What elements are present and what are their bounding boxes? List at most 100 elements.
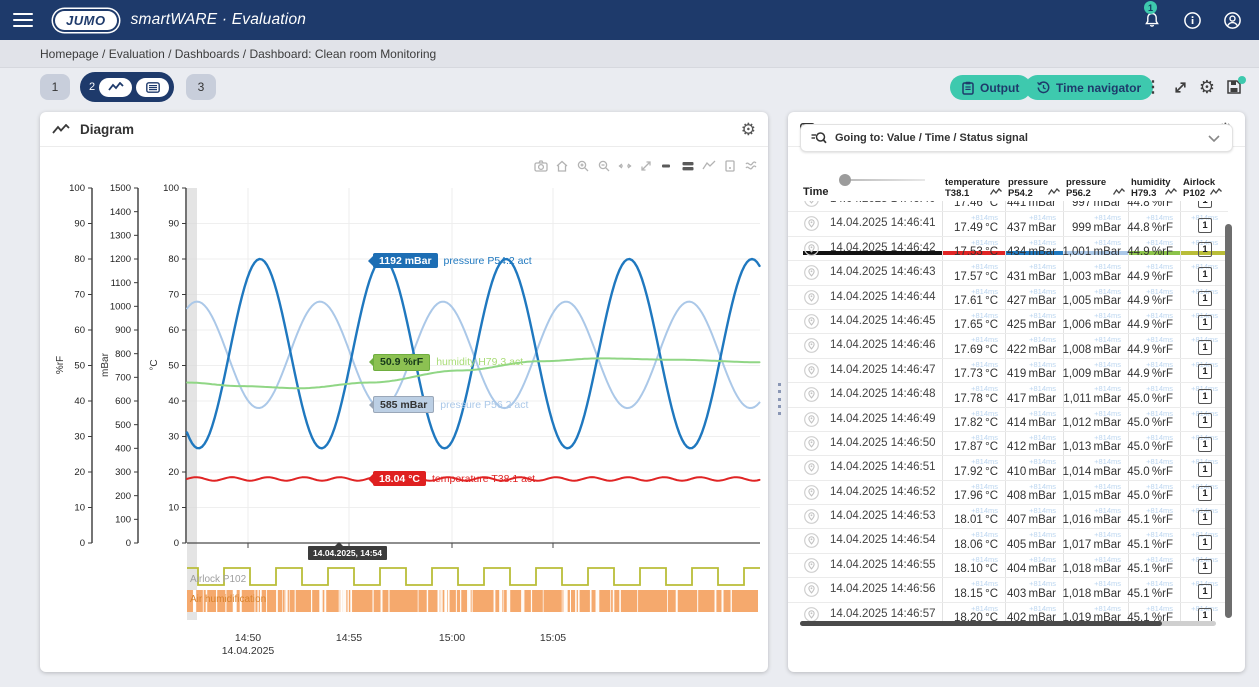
value-cell: +814ms1,005 mBar: [1063, 286, 1128, 309]
vertical-scrollbar[interactable]: [1225, 224, 1232, 618]
diagram-view-toggle[interactable]: [99, 78, 132, 97]
map-pin-icon[interactable]: [804, 338, 819, 358]
goto-search-bar[interactable]: Going to: Value / Time / Status signal: [800, 124, 1233, 152]
home-icon[interactable]: [555, 159, 569, 173]
map-pin-icon[interactable]: [804, 460, 819, 480]
map-pin-icon[interactable]: [804, 509, 819, 529]
hamburger-menu-icon[interactable]: [13, 13, 33, 27]
fullscreen-expand-icon[interactable]: [1168, 75, 1192, 99]
map-pin-icon[interactable]: [804, 533, 819, 553]
sparkline-icon[interactable]: [1165, 188, 1177, 200]
sparkline-icon[interactable]: [990, 188, 1002, 200]
row-timestamp: 14.04.2025 14:46:51: [830, 456, 936, 479]
map-pin-icon[interactable]: [804, 265, 819, 285]
camera-icon[interactable]: [534, 159, 548, 173]
column-header-t38.1[interactable]: temperatureT38.1: [945, 178, 1000, 199]
table-row[interactable]: 14.04.2025 14:46:50+814ms17.87 °C+814ms4…: [788, 432, 1228, 456]
column-header-p102[interactable]: AirlockP102: [1183, 178, 1215, 199]
column-header-h79.3[interactable]: humidityH79.3: [1131, 178, 1171, 199]
table-row[interactable]: 14.04.2025 14:46:47+814ms17.73 °C+814ms4…: [788, 359, 1228, 383]
table-row[interactable]: 14.04.2025 14:46:56+814ms18.15 °C+814ms4…: [788, 578, 1228, 602]
table-row[interactable]: 14.04.2025 14:46:54+814ms18.06 °C+814ms4…: [788, 529, 1228, 553]
horizontal-scrollbar[interactable]: [800, 621, 1162, 626]
value-cell: +814ms44.9 %rF: [1128, 286, 1180, 309]
diagram-chart-area[interactable]: 0102030405060708090100%rF010020030040050…: [40, 146, 768, 671]
value-cell: +814ms434 mBar: [1005, 237, 1063, 260]
reset-axes-icon[interactable]: [639, 159, 653, 173]
time-slider-track[interactable]: [845, 179, 925, 181]
output-button[interactable]: Output: [950, 75, 1031, 100]
toolbar-row: 1 2 3 Output Time navigator ⋮ ⚙: [0, 72, 1259, 104]
tab-2-active[interactable]: 2: [80, 72, 174, 102]
jumo-logo: JUMO: [55, 11, 117, 30]
diagram-settings-gear-icon[interactable]: ⚙: [741, 121, 756, 138]
map-pin-icon[interactable]: [804, 607, 819, 621]
row-timestamp: 14.04.2025 14:46:54: [830, 529, 936, 552]
table-row[interactable]: 14.04.2025 14:46:40+814ms17.46 °C+814ms4…: [788, 201, 1228, 212]
map-pin-icon[interactable]: [804, 387, 819, 407]
sparkline-icon[interactable]: [1113, 188, 1125, 200]
row-timestamp: 14.04.2025 14:46:42: [830, 237, 936, 260]
chevron-down-icon[interactable]: [1208, 135, 1220, 142]
toggle-box-icon[interactable]: [723, 159, 737, 173]
hover-closest-icon[interactable]: [681, 159, 695, 173]
info-icon[interactable]: [1179, 7, 1205, 33]
value-cell: +814ms17.57 °C: [942, 261, 1005, 284]
map-pin-icon[interactable]: [804, 363, 819, 383]
spikelines-icon[interactable]: [744, 159, 758, 173]
settings-gear-icon[interactable]: ⚙: [1195, 75, 1219, 99]
table-row[interactable]: 14.04.2025 14:46:48+814ms17.78 °C+814ms4…: [788, 383, 1228, 407]
table-row[interactable]: 14.04.2025 14:46:52+814ms17.96 °C+814ms4…: [788, 481, 1228, 505]
sparkline-icon[interactable]: [1210, 188, 1222, 200]
map-pin-icon[interactable]: [804, 485, 819, 505]
table-row[interactable]: 14.04.2025 14:46:57+814ms18.20 °C+814ms4…: [788, 603, 1228, 621]
panel-resize-handle[interactable]: [776, 383, 782, 415]
map-pin-icon[interactable]: [804, 290, 819, 310]
table-row[interactable]: 14.04.2025 14:46:51+814ms17.92 °C+814ms4…: [788, 456, 1228, 480]
measurement-value: 18.06 °C: [954, 539, 998, 551]
map-pin-icon[interactable]: [804, 436, 819, 456]
value-cell: +814ms17.92 °C: [942, 456, 1005, 479]
value-cell: +814ms1,013 mBar: [1063, 432, 1128, 455]
table-row[interactable]: 14.04.2025 14:46:49+814ms17.82 °C+814ms4…: [788, 408, 1228, 432]
map-pin-icon[interactable]: [804, 582, 819, 602]
tab-1[interactable]: 1: [40, 74, 70, 100]
table-row[interactable]: 14.04.2025 14:46:46+814ms17.69 °C+814ms4…: [788, 334, 1228, 358]
table-row[interactable]: 14.04.2025 14:46:53+814ms18.01 °C+814ms4…: [788, 505, 1228, 529]
zoom-out-icon[interactable]: [597, 159, 611, 173]
time-slider-knob[interactable]: [839, 174, 851, 186]
map-pin-icon[interactable]: [804, 314, 819, 334]
table-row[interactable]: 14.04.2025 14:46:44+814ms17.61 °C+814ms4…: [788, 286, 1228, 310]
column-header-p56.2[interactable]: pressureP56.2: [1066, 178, 1106, 199]
map-pin-icon[interactable]: [804, 412, 819, 432]
toggle-line-icon[interactable]: [702, 159, 716, 173]
column-header-p54.2[interactable]: pressureP54.2: [1008, 178, 1048, 199]
table-view-toggle[interactable]: [136, 78, 169, 97]
sparkline-icon[interactable]: [1048, 188, 1060, 200]
map-pin-icon[interactable]: [804, 241, 819, 261]
table-row[interactable]: 14.04.2025 14:46:45+814ms17.65 °C+814ms4…: [788, 310, 1228, 334]
map-pin-icon[interactable]: [804, 201, 819, 212]
table-row[interactable]: 14.04.2025 14:46:55+814ms18.10 °C+814ms4…: [788, 554, 1228, 578]
save-layout-icon[interactable]: [1222, 75, 1246, 99]
table-row[interactable]: 14.04.2025 14:46:41+814ms17.49 °C+814ms4…: [788, 212, 1228, 236]
row-timestamp: 14.04.2025 14:46:44: [830, 286, 936, 309]
autoscale-icon[interactable]: [618, 159, 632, 173]
zoom-in-icon[interactable]: [576, 159, 590, 173]
trend-line-icon: [52, 124, 70, 135]
time-navigator-button[interactable]: Time navigator: [1025, 75, 1153, 100]
notifications-bell-icon[interactable]: 1: [1139, 7, 1165, 33]
horizontal-scrollbar-track[interactable]: [800, 621, 1216, 626]
diagram-chart[interactable]: 0102030405060708090100%rF010020030040050…: [40, 146, 768, 666]
user-account-icon[interactable]: [1219, 7, 1245, 33]
kebab-menu-icon[interactable]: ⋮: [1141, 75, 1165, 99]
table-row[interactable]: 14.04.2025 14:46:43+814ms17.57 °C+814ms4…: [788, 261, 1228, 285]
table-row[interactable]: 14.04.2025 14:46:42+814ms17.53 °C+814ms4…: [788, 237, 1228, 261]
breadcrumb[interactable]: Homepage / Evaluation / Dashboards / Das…: [0, 40, 1259, 68]
tab-3[interactable]: 3: [186, 74, 216, 100]
map-pin-icon[interactable]: [804, 558, 819, 578]
map-pin-icon[interactable]: [804, 216, 819, 236]
hover-compare-icon[interactable]: [660, 159, 674, 173]
svg-text:30: 30: [168, 432, 179, 443]
value-cell: +814ms1,012 mBar: [1063, 408, 1128, 431]
